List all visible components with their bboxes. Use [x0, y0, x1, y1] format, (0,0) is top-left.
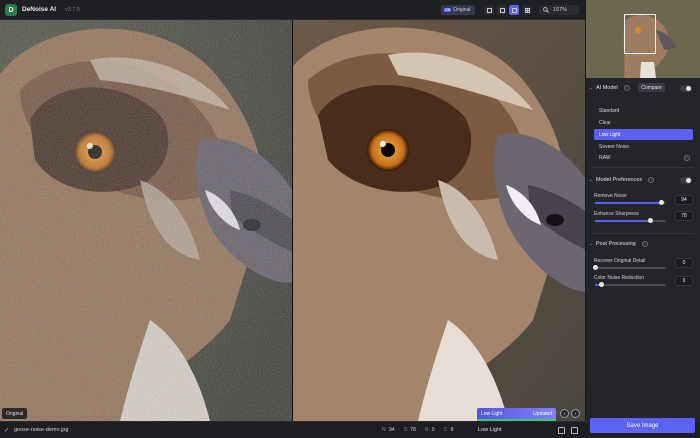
remove-noise-value[interactable]: 94 — [675, 195, 693, 205]
side-by-side-view-button[interactable] — [509, 5, 519, 15]
model-preferences-toggle[interactable] — [680, 177, 692, 184]
original-button-label: Original — [453, 7, 471, 13]
compare-next-button[interactable]: › — [571, 409, 580, 418]
quad-view-icon — [524, 7, 530, 13]
color-noise-label: Color Noise Reduction — [594, 275, 645, 281]
model-option-low-light[interactable]: Low Light — [594, 129, 693, 140]
zoom-control[interactable]: 167% — [539, 5, 579, 15]
compare-toggle[interactable] — [680, 85, 692, 92]
help-icon[interactable]: ? — [684, 154, 690, 161]
enhance-sharpness-value[interactable]: 78 — [675, 211, 693, 221]
processing-status-strip[interactable]: Low Light Updated — [477, 408, 556, 421]
circle-icon: › — [574, 410, 577, 417]
slider-thumb[interactable] — [647, 218, 653, 223]
model-preferences-title: Model Preferences — [596, 177, 643, 183]
chevron-down-icon: ⌄ — [588, 85, 594, 91]
section-divider — [592, 233, 695, 234]
original-image-panel[interactable] — [0, 20, 292, 421]
camera-icon[interactable] — [558, 427, 565, 434]
help-icon[interactable]: ? — [641, 241, 648, 247]
model-option-raw[interactable]: RAW ? — [594, 152, 693, 163]
slider-thumb[interactable] — [659, 200, 665, 205]
help-icon[interactable]: ? — [623, 85, 630, 91]
denoise-logo-icon: D — [5, 4, 17, 16]
chevron-down-icon: ⌄ — [588, 241, 594, 247]
top-toolbar: D DeNoise AI v3.7.0 OR Original 167% — [0, 0, 585, 20]
navigator-viewport-frame[interactable] — [624, 14, 656, 54]
original-goose-image — [0, 20, 292, 421]
slider-thumb[interactable] — [598, 282, 604, 287]
model-option-standard[interactable]: Standard — [594, 105, 693, 116]
original-tag: OR — [444, 8, 452, 12]
compare-prev-button[interactable]: ‹ — [560, 409, 569, 418]
help-icon[interactable]: ? — [648, 177, 655, 183]
recover-detail-label: Recover Original Detail — [594, 258, 646, 264]
compare-button[interactable]: Compare — [638, 83, 665, 92]
circle-icon: ‹ — [563, 410, 566, 417]
processed-image-panel[interactable] — [293, 20, 585, 421]
color-noise-value[interactable]: 9 — [675, 276, 693, 286]
navigator-thumbnail[interactable] — [586, 0, 700, 78]
remove-noise-slider[interactable] — [595, 200, 666, 205]
remove-noise-label: Remove Noise — [594, 193, 627, 199]
metric-sharpness: S: 78 — [403, 427, 416, 433]
status-updated: Updated — [533, 410, 552, 417]
split-view-icon — [499, 7, 505, 13]
quad-view-button[interactable] — [522, 5, 532, 15]
processed-goose-image — [293, 20, 585, 421]
slider-thumb[interactable] — [592, 265, 598, 270]
app-title: DeNoise AI — [22, 6, 57, 13]
toggle-knob — [686, 86, 691, 91]
recover-detail-slider[interactable] — [592, 265, 666, 270]
settings-metrics: N: 94 S: 78 R: 0 C: 9 — [382, 427, 453, 433]
save-image-button[interactable]: Save Image — [590, 418, 695, 433]
app-version: v3.7.0 — [65, 6, 80, 13]
toggle-knob — [686, 178, 691, 183]
section-divider — [592, 167, 695, 168]
metric-recover: R: 0 — [424, 427, 435, 433]
slider-fill — [595, 202, 662, 204]
trash-icon[interactable] — [571, 427, 578, 434]
recover-detail-value[interactable]: 0 — [675, 258, 693, 268]
ai-model-title: AI Model — [596, 85, 618, 91]
model-option-severe-noise[interactable]: Severe Noise — [594, 141, 693, 152]
model-option-raw-label: RAW — [599, 154, 611, 161]
side-by-side-icon — [511, 7, 517, 13]
single-view-icon — [486, 7, 492, 13]
right-sidebar: ⌄ AI Model ? Compare Standard Clear Low … — [585, 0, 700, 421]
enhance-sharpness-label: Enhance Sharpness — [594, 211, 640, 217]
metric-color: C: 9 — [443, 427, 454, 433]
original-toggle-button[interactable]: OR Original — [441, 5, 475, 15]
split-view-button[interactable] — [497, 5, 507, 15]
metric-noise: N: 94 — [382, 427, 395, 433]
chevron-down-icon: ⌄ — [588, 177, 594, 183]
zoom-level: 167% — [553, 7, 568, 13]
original-view-label: Original — [2, 408, 28, 419]
active-model-name: Low Light — [478, 427, 502, 433]
slider-fill — [595, 220, 651, 222]
post-processing-title: Post Processing — [596, 241, 636, 247]
post-processing-section-header[interactable]: ⌄ Post Processing ? — [586, 238, 700, 250]
file-name: goose-noise-demo.jpg — [14, 427, 69, 433]
model-option-clear[interactable]: Clear — [594, 117, 693, 128]
single-view-button[interactable] — [484, 5, 494, 15]
enhance-sharpness-slider[interactable] — [595, 218, 666, 223]
color-noise-slider[interactable] — [595, 282, 666, 287]
check-icon: ✓ — [4, 428, 10, 434]
status-model-name: Low Light — [481, 410, 503, 417]
magnifier-icon — [543, 7, 549, 13]
